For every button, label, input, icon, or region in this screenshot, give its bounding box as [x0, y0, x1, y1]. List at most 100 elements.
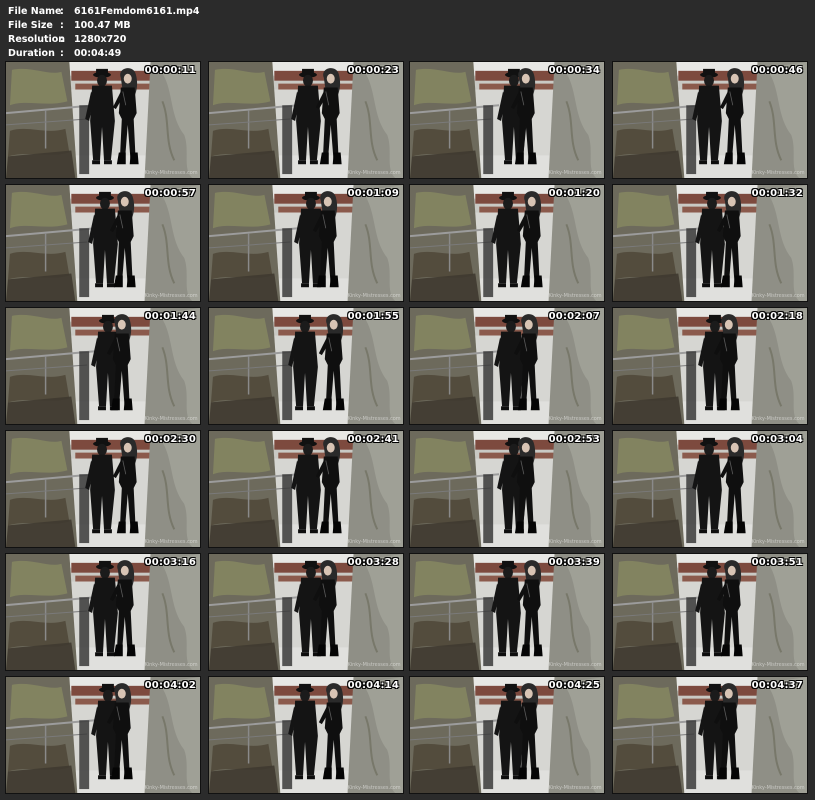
thumbnail-timestamp: 00:02:30: [144, 434, 196, 445]
thumbnail-frame-image: Kinky-Mistresses.com: [6, 62, 200, 178]
thumbnail-frame-image: Kinky-Mistresses.com: [410, 62, 604, 178]
video-thumbnail: Kinky-Mistresses.com 00:01:55: [208, 307, 404, 425]
video-thumbnail: Kinky-Mistresses.com 00:02:18: [612, 307, 808, 425]
thumbnail-timestamp: 00:03:51: [751, 557, 803, 568]
thumbnail-timestamp: 00:02:41: [347, 434, 399, 445]
video-thumbnail: Kinky-Mistresses.com 00:00:34: [409, 61, 605, 179]
svg-text:Kinky-Mistresses.com: Kinky-Mistresses.com: [348, 170, 401, 176]
thumbnail-timestamp: 00:01:20: [548, 188, 600, 199]
thumbnail-timestamp: 00:00:34: [548, 65, 600, 76]
thumbnail-timestamp: 00:00:23: [347, 65, 399, 76]
thumbnail-frame-image: Kinky-Mistresses.com: [6, 185, 200, 301]
thumbnail-timestamp: 00:02:53: [548, 434, 600, 445]
file-name-label: File Name: [8, 6, 62, 17]
file-size-row: File Size : 100.47 MB: [8, 19, 199, 33]
svg-text:Kinky-Mistresses.com: Kinky-Mistresses.com: [348, 785, 401, 791]
thumbnail-timestamp: 00:00:46: [751, 65, 803, 76]
svg-text:Kinky-Mistresses.com: Kinky-Mistresses.com: [549, 293, 602, 299]
thumbnail-timestamp: 00:00:57: [144, 188, 196, 199]
thumbnail-timestamp: 00:01:44: [144, 311, 196, 322]
thumbnail-timestamp: 00:04:25: [548, 680, 600, 691]
thumbnail-frame-image: Kinky-Mistresses.com: [613, 308, 807, 424]
video-thumbnail: Kinky-Mistresses.com 00:03:51: [612, 553, 808, 671]
file-info-header: File Name : 6161Femdom6161.mp4 File Size…: [8, 5, 199, 61]
video-thumbnail: Kinky-Mistresses.com 00:00:11: [5, 61, 201, 179]
thumbnail-frame-image: Kinky-Mistresses.com: [613, 185, 807, 301]
svg-text:Kinky-Mistresses.com: Kinky-Mistresses.com: [348, 662, 401, 668]
resolution-row: Resolution : 1280x720: [8, 33, 199, 47]
svg-text:Kinky-Mistresses.com: Kinky-Mistresses.com: [752, 785, 805, 791]
separator: :: [60, 6, 64, 17]
duration-value: 00:04:49: [74, 48, 122, 59]
svg-text:Kinky-Mistresses.com: Kinky-Mistresses.com: [549, 416, 602, 422]
thumbnail-timestamp: 00:04:14: [347, 680, 399, 691]
thumbnail-grid: Kinky-Mistresses.com 00:00:11 Kinky-Mistre…: [5, 61, 810, 797]
thumbnail-frame-image: Kinky-Mistresses.com: [410, 308, 604, 424]
video-thumbnail: Kinky-Mistresses.com 00:00:23: [208, 61, 404, 179]
thumbnail-timestamp: 00:03:39: [548, 557, 600, 568]
file-size-label: File Size: [8, 20, 53, 31]
thumbnail-frame-image: Kinky-Mistresses.com: [410, 185, 604, 301]
video-thumbnail: Kinky-Mistresses.com 00:04:25: [409, 676, 605, 794]
thumbnail-frame-image: Kinky-Mistresses.com: [410, 677, 604, 793]
thumbnail-frame-image: Kinky-Mistresses.com: [6, 308, 200, 424]
thumbnail-timestamp: 00:04:02: [144, 680, 196, 691]
video-thumbnail: Kinky-Mistresses.com 00:01:44: [5, 307, 201, 425]
video-thumbnail: Kinky-Mistresses.com 00:01:32: [612, 184, 808, 302]
video-thumbnail: Kinky-Mistresses.com 00:03:28: [208, 553, 404, 671]
svg-text:Kinky-Mistresses.com: Kinky-Mistresses.com: [549, 170, 602, 176]
duration-label: Duration: [8, 48, 55, 59]
video-thumbnail: Kinky-Mistresses.com 00:01:20: [409, 184, 605, 302]
video-thumbnail: Kinky-Mistresses.com 00:04:02: [5, 676, 201, 794]
resolution-label: Resolution: [8, 34, 66, 45]
svg-text:Kinky-Mistresses.com: Kinky-Mistresses.com: [145, 662, 198, 668]
thumbnail-timestamp: 00:02:18: [751, 311, 803, 322]
video-thumbnail: Kinky-Mistresses.com 00:01:09: [208, 184, 404, 302]
video-thumbnail: Kinky-Mistresses.com 00:03:16: [5, 553, 201, 671]
video-thumbnail: Kinky-Mistresses.com 00:03:39: [409, 553, 605, 671]
video-thumbnail: Kinky-Mistresses.com 00:04:37: [612, 676, 808, 794]
svg-text:Kinky-Mistresses.com: Kinky-Mistresses.com: [752, 539, 805, 545]
thumbnail-frame-image: Kinky-Mistresses.com: [209, 185, 403, 301]
file-name-value: 6161Femdom6161.mp4: [74, 6, 200, 17]
svg-text:Kinky-Mistresses.com: Kinky-Mistresses.com: [145, 785, 198, 791]
video-thumbnail: Kinky-Mistresses.com 00:02:53: [409, 430, 605, 548]
thumbnail-frame-image: Kinky-Mistresses.com: [209, 62, 403, 178]
svg-text:Kinky-Mistresses.com: Kinky-Mistresses.com: [549, 785, 602, 791]
thumbnail-frame-image: Kinky-Mistresses.com: [209, 677, 403, 793]
thumbnail-frame-image: Kinky-Mistresses.com: [209, 431, 403, 547]
thumbnail-timestamp: 00:00:11: [144, 65, 196, 76]
duration-row: Duration : 00:04:49: [8, 47, 199, 61]
svg-text:Kinky-Mistresses.com: Kinky-Mistresses.com: [549, 539, 602, 545]
thumbnail-timestamp: 00:01:32: [751, 188, 803, 199]
video-thumbnail: Kinky-Mistresses.com 00:02:07: [409, 307, 605, 425]
svg-text:Kinky-Mistresses.com: Kinky-Mistresses.com: [752, 662, 805, 668]
thumbnail-timestamp: 00:04:37: [751, 680, 803, 691]
thumbnail-timestamp: 00:03:28: [347, 557, 399, 568]
thumbnail-frame-image: Kinky-Mistresses.com: [6, 677, 200, 793]
thumbnail-frame-image: Kinky-Mistresses.com: [613, 554, 807, 670]
thumbnail-frame-image: Kinky-Mistresses.com: [209, 308, 403, 424]
thumbnail-frame-image: Kinky-Mistresses.com: [410, 554, 604, 670]
svg-text:Kinky-Mistresses.com: Kinky-Mistresses.com: [752, 416, 805, 422]
thumbnail-frame-image: Kinky-Mistresses.com: [6, 431, 200, 547]
svg-text:Kinky-Mistresses.com: Kinky-Mistresses.com: [145, 539, 198, 545]
resolution-value: 1280x720: [74, 34, 127, 45]
svg-text:Kinky-Mistresses.com: Kinky-Mistresses.com: [752, 293, 805, 299]
thumbnail-frame-image: Kinky-Mistresses.com: [613, 431, 807, 547]
svg-text:Kinky-Mistresses.com: Kinky-Mistresses.com: [145, 416, 198, 422]
thumbnail-frame-image: Kinky-Mistresses.com: [6, 554, 200, 670]
thumbnail-timestamp: 00:03:16: [144, 557, 196, 568]
thumbnail-timestamp: 00:01:09: [347, 188, 399, 199]
separator: :: [60, 20, 64, 31]
svg-text:Kinky-Mistresses.com: Kinky-Mistresses.com: [348, 539, 401, 545]
svg-text:Kinky-Mistresses.com: Kinky-Mistresses.com: [752, 170, 805, 176]
separator: :: [60, 48, 64, 59]
thumbnail-frame-image: Kinky-Mistresses.com: [613, 677, 807, 793]
thumbnail-frame-image: Kinky-Mistresses.com: [209, 554, 403, 670]
thumbnail-timestamp: 00:02:07: [548, 311, 600, 322]
video-thumbnail: Kinky-Mistresses.com 00:03:04: [612, 430, 808, 548]
video-thumbnail: Kinky-Mistresses.com 00:02:30: [5, 430, 201, 548]
svg-text:Kinky-Mistresses.com: Kinky-Mistresses.com: [549, 662, 602, 668]
svg-text:Kinky-Mistresses.com: Kinky-Mistresses.com: [145, 293, 198, 299]
